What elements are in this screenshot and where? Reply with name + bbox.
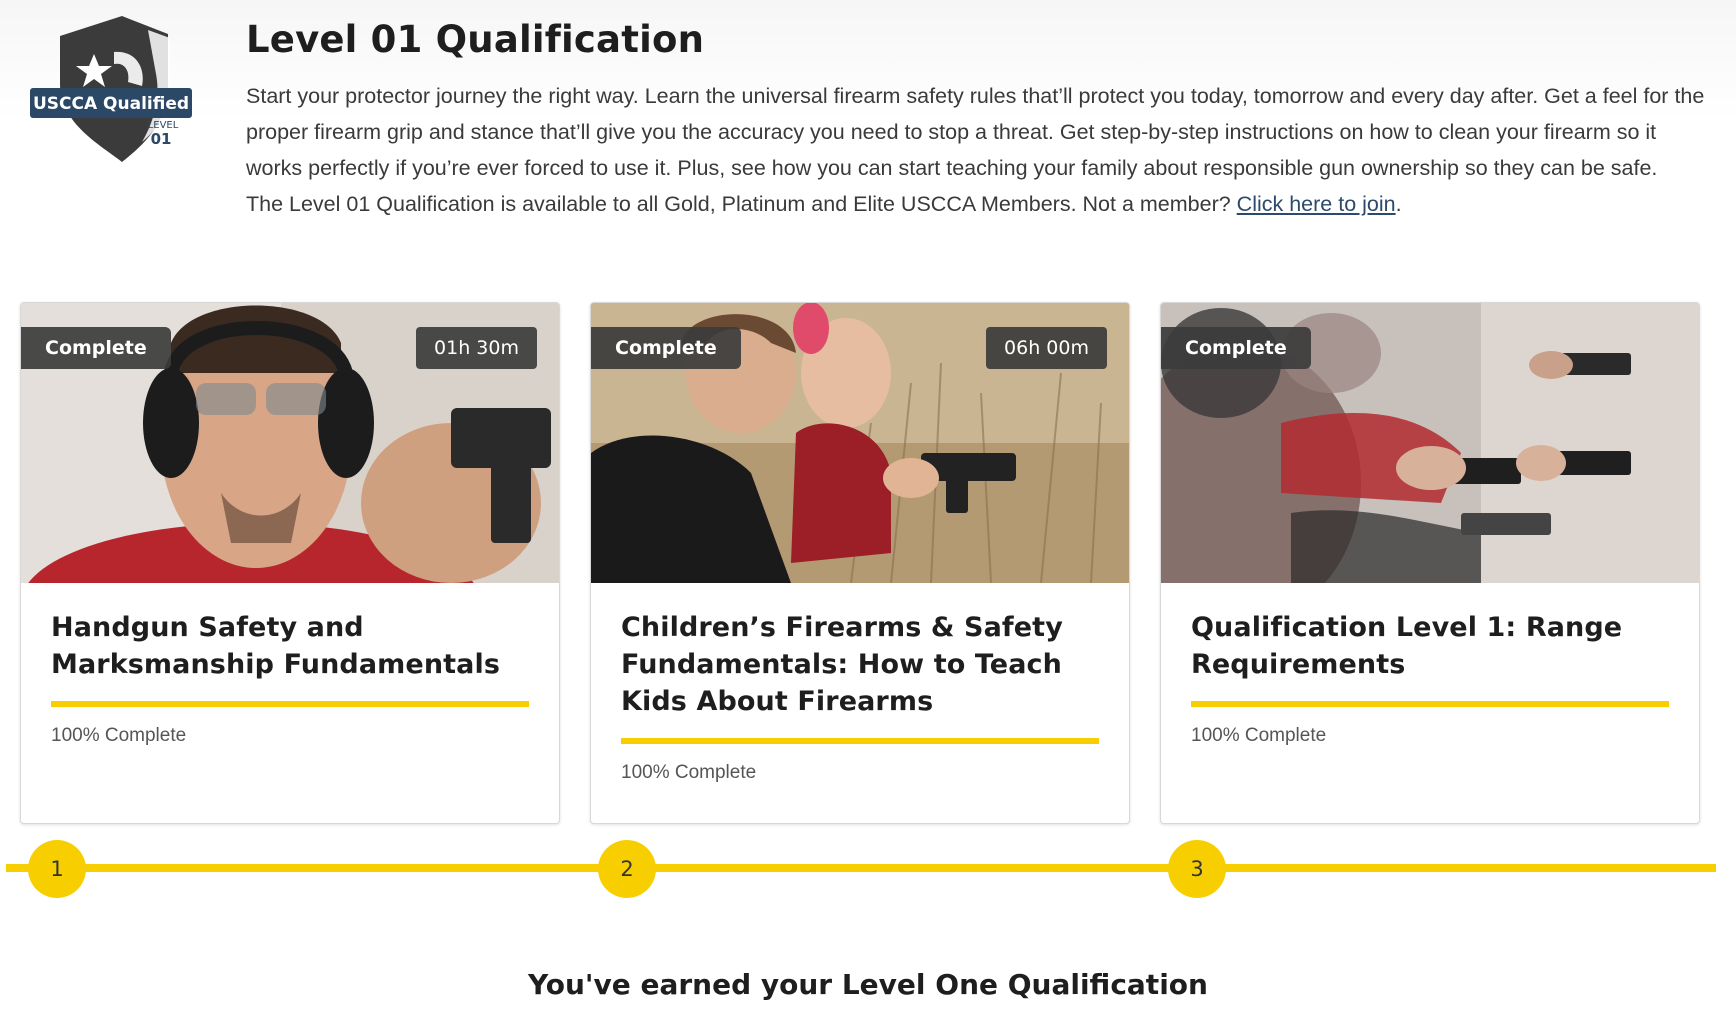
course-card-range-requirements[interactable]: Complete Qualification Level 1: Range Re… xyxy=(1160,302,1700,824)
availability-text: The Level 01 Qualification is available … xyxy=(246,186,1706,222)
course-timeline: 1 2 3 xyxy=(6,840,1716,920)
timeline-step-3[interactable]: 3 xyxy=(1168,840,1226,898)
progress-text: 100% Complete xyxy=(1191,725,1327,746)
status-badge: Complete xyxy=(1161,327,1311,369)
badge-level-number: 01 xyxy=(151,130,172,148)
course-cards: Complete 01h 30m Handgun Safety and Mark… xyxy=(20,302,1720,824)
progress-bar xyxy=(1191,701,1669,707)
progress-fill xyxy=(51,701,529,707)
join-link[interactable]: Click here to join xyxy=(1237,192,1396,216)
timeline-step-2[interactable]: 2 xyxy=(598,840,656,898)
uscca-qualified-badge-logo: USCCA Qualified LEVEL 01 xyxy=(30,14,216,164)
duration-badge: 06h 00m xyxy=(986,327,1107,369)
card-body: Handgun Safety and Marksmanship Fundamen… xyxy=(51,609,529,747)
course-title[interactable]: Handgun Safety and Marksmanship Fundamen… xyxy=(51,609,529,683)
availability-period: . xyxy=(1395,192,1402,216)
course-card-handgun-safety[interactable]: Complete 01h 30m Handgun Safety and Mark… xyxy=(20,302,560,824)
progress-fill xyxy=(1191,701,1669,707)
timeline-step-1[interactable]: 1 xyxy=(28,840,86,898)
card-body: Children’s Firearms & Safety Fundamental… xyxy=(621,609,1099,784)
progress-fill xyxy=(621,738,1099,744)
qualification-description: Start your protector journey the right w… xyxy=(246,78,1706,222)
page-title: Level 01 Qualification xyxy=(246,18,705,61)
status-badge: Complete xyxy=(21,327,171,369)
duration-badge: 01h 30m xyxy=(416,327,537,369)
progress-bar xyxy=(51,701,529,707)
header: USCCA Qualified LEVEL 01 Level 01 Qualif… xyxy=(0,0,1736,270)
course-title[interactable]: Children’s Firearms & Safety Fundamental… xyxy=(621,609,1099,720)
availability-sentence: The Level 01 Qualification is available … xyxy=(246,192,1231,216)
status-badge: Complete xyxy=(591,327,741,369)
card-body: Qualification Level 1: Range Requirement… xyxy=(1191,609,1669,747)
course-title[interactable]: Qualification Level 1: Range Requirement… xyxy=(1191,609,1669,683)
description-text: Start your protector journey the right w… xyxy=(246,84,1705,180)
progress-text: 100% Complete xyxy=(51,725,187,746)
course-card-childrens-firearms[interactable]: Complete 06h 00m Children’s Firearms & S… xyxy=(590,302,1130,824)
qualification-earned-message: You've earned your Level One Qualificati… xyxy=(528,968,1208,1001)
badge-label: USCCA Qualified xyxy=(33,94,189,114)
progress-bar xyxy=(621,738,1099,744)
timeline-line xyxy=(6,864,1716,872)
progress-text: 100% Complete xyxy=(621,762,757,783)
